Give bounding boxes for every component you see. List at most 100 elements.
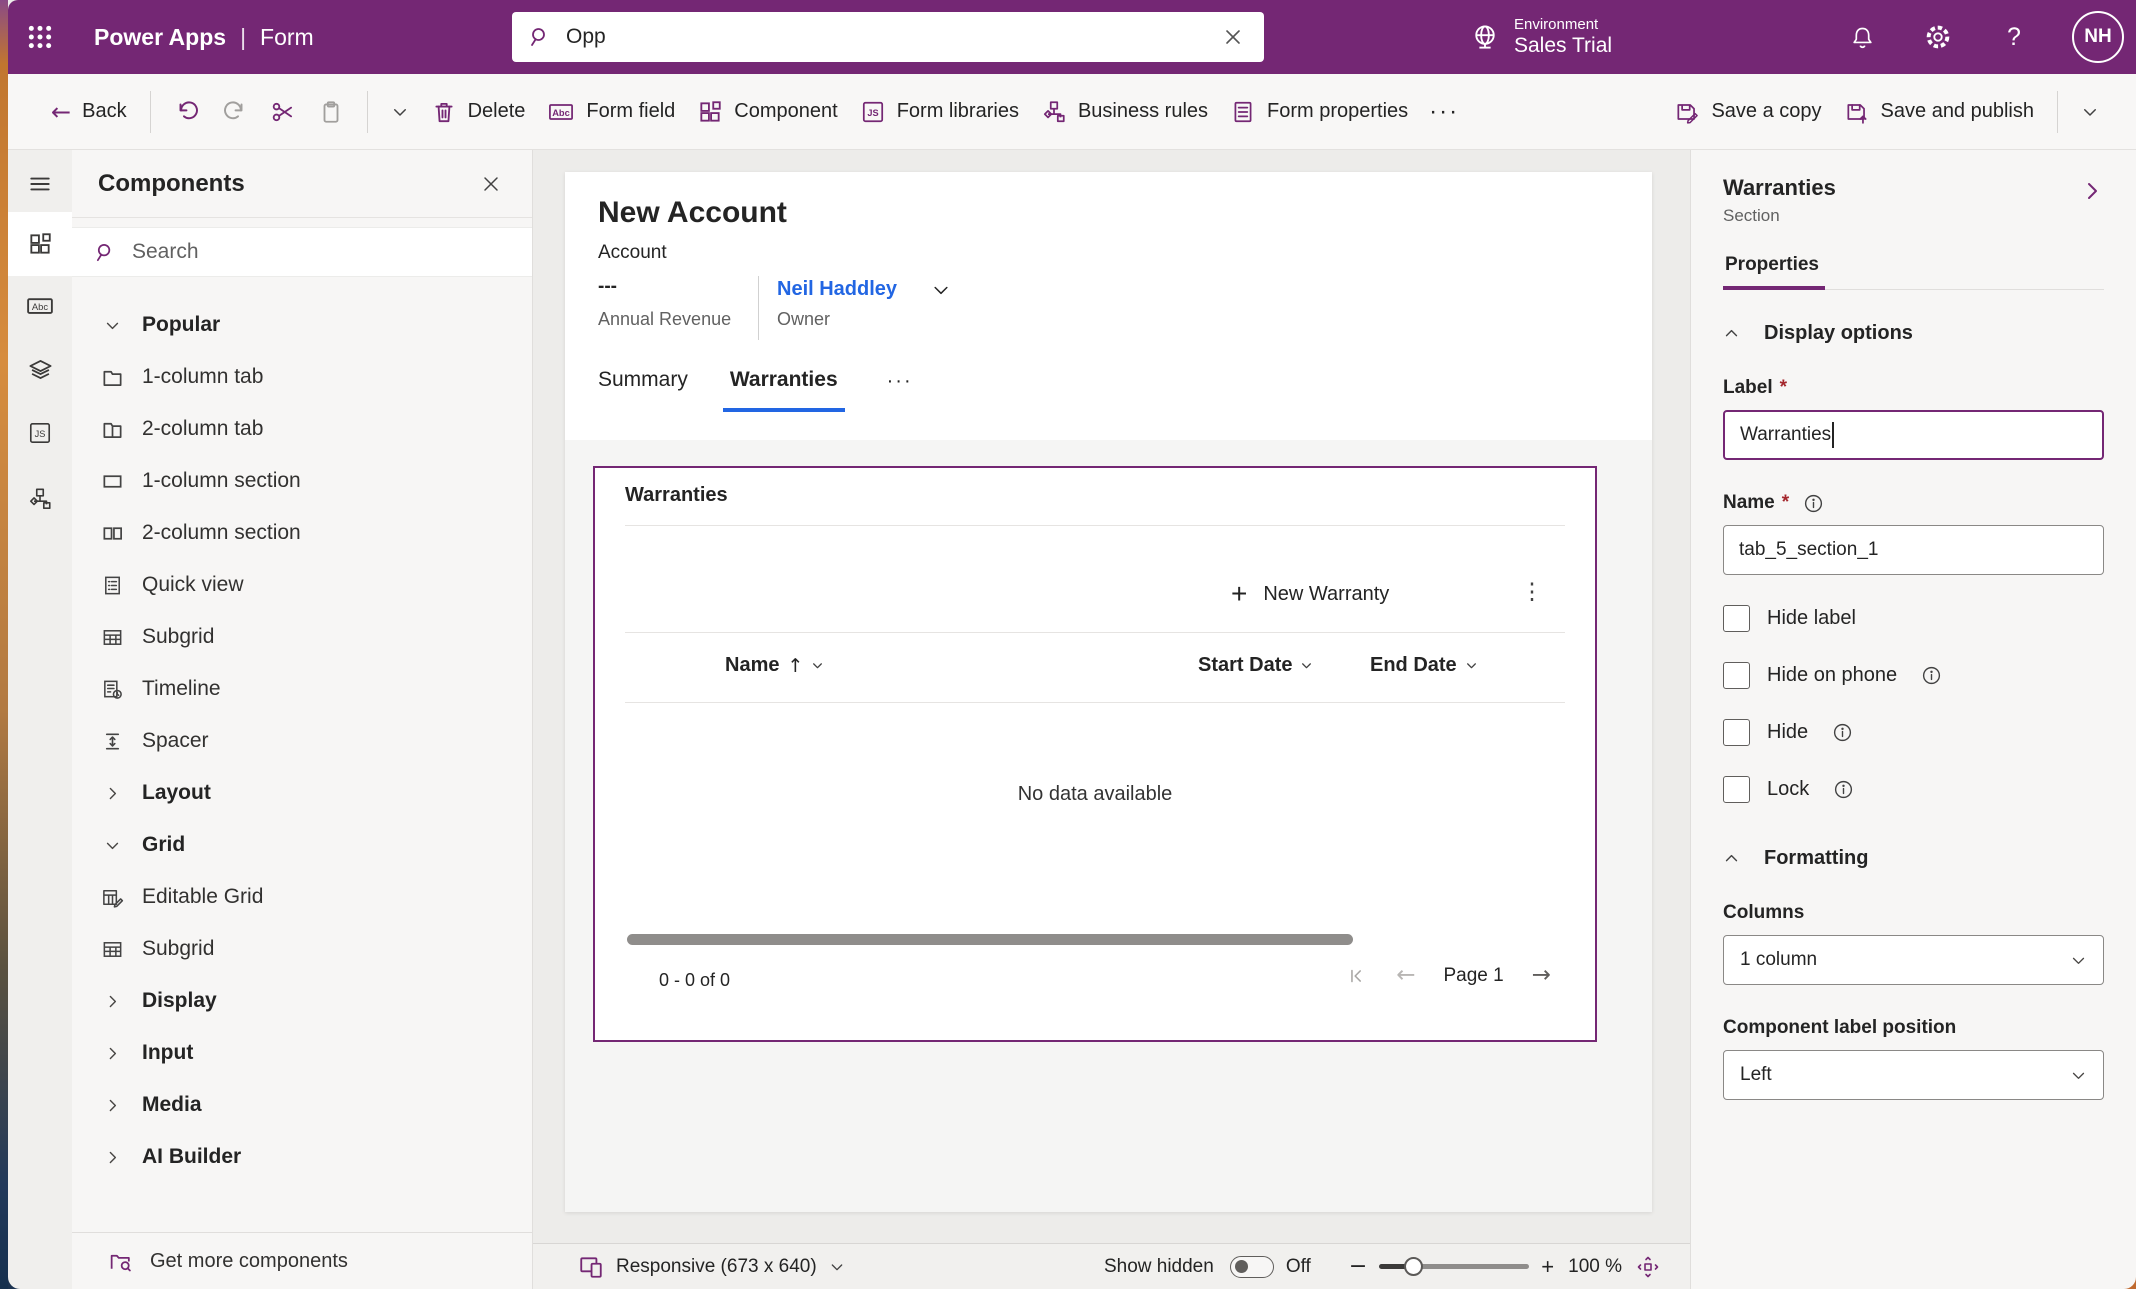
components-search-input[interactable] (132, 240, 510, 264)
preview-size-selector[interactable]: Responsive (673 x 640) (578, 1254, 845, 1280)
label-position-select[interactable]: Left (1723, 1050, 2104, 1100)
clipboard-overflow-button[interactable] (380, 86, 420, 138)
settings-button[interactable] (1920, 19, 1956, 55)
save-a-copy-button[interactable]: Save a copy (1663, 86, 1832, 138)
columns-select[interactable]: 1 column (1723, 935, 2104, 985)
component-item-2-column-tab[interactable]: 2-column tab (72, 403, 532, 455)
back-button[interactable]: ← Back (40, 86, 138, 138)
environment-picker[interactable]: Environment Sales Trial (1470, 0, 1612, 74)
component-group-grid[interactable]: Grid (72, 819, 532, 871)
form-libraries-button[interactable]: JS Form libraries (849, 86, 1030, 138)
checkbox[interactable] (1723, 662, 1750, 689)
search-input[interactable] (566, 25, 1204, 49)
component-group-popular[interactable]: Popular (72, 299, 532, 351)
app-name[interactable]: Power Apps (94, 24, 226, 51)
components-search[interactable] (72, 227, 532, 277)
form-field-button[interactable]: Abc Form field (536, 86, 686, 138)
hide-checkbox-row[interactable]: Hide (1723, 719, 2104, 746)
hide-label-checkbox-row[interactable]: Hide label (1723, 605, 2104, 632)
zoom-in-button[interactable]: + (1541, 1254, 1554, 1280)
tab-summary[interactable]: Summary (598, 368, 688, 408)
component-item-1-column-section[interactable]: 1-column section (72, 455, 532, 507)
close-icon (1223, 27, 1243, 47)
column-header-name[interactable]: Name ↑ (725, 654, 824, 677)
save-and-publish-button[interactable]: Save and publish (1833, 86, 2045, 138)
horizontal-scrollbar[interactable] (627, 934, 1353, 945)
name-input[interactable]: tab_5_section_1 (1723, 525, 2104, 575)
component-item-1-column-tab[interactable]: 1-column tab (72, 351, 532, 403)
component-item-quick-view[interactable]: Quick view (72, 559, 532, 611)
label-input[interactable]: Warranties (1723, 410, 2104, 460)
collapse-panel-button[interactable] (2080, 179, 2104, 203)
checkbox[interactable] (1723, 776, 1750, 803)
warranties-section-selected[interactable]: Warranties + New Warranty ⋮ Name ↑ (593, 466, 1597, 1042)
component-group-display[interactable]: Display (72, 975, 532, 1027)
info-icon[interactable] (1803, 493, 1824, 514)
fit-to-screen-button[interactable] (1636, 1255, 1660, 1279)
component-item-subgrid[interactable]: Subgrid (72, 611, 532, 663)
lock-checkbox-row[interactable]: Lock (1723, 776, 2104, 803)
info-icon[interactable] (1833, 779, 1854, 800)
notifications-button[interactable] (1844, 19, 1880, 55)
display-options-group-header[interactable]: Display options (1723, 322, 2104, 345)
next-page-button[interactable]: → (1532, 964, 1551, 987)
component-group-media[interactable]: Media (72, 1079, 532, 1131)
user-avatar[interactable]: NH (2072, 11, 2124, 63)
column-header-end-date[interactable]: End Date (1370, 654, 1478, 677)
tab-properties[interactable]: Properties (1723, 254, 1825, 290)
rail-form-libraries-tab[interactable]: JS (8, 405, 72, 461)
global-search[interactable] (512, 12, 1264, 62)
owner-field[interactable]: Neil Haddley (777, 278, 951, 301)
first-page-button[interactable] (1346, 965, 1368, 987)
paste-button[interactable] (307, 86, 355, 138)
owner-value-link[interactable]: Neil Haddley (777, 278, 897, 301)
component-item-spacer[interactable]: Spacer (72, 715, 532, 767)
component-item-subgrid-2[interactable]: Subgrid (72, 923, 532, 975)
help-button[interactable]: ? (1996, 19, 2032, 55)
tab-warranties[interactable]: Warranties (723, 368, 845, 412)
checkbox[interactable] (1723, 719, 1750, 746)
info-icon[interactable] (1921, 665, 1942, 686)
form-properties-button[interactable]: Form properties (1219, 86, 1419, 138)
show-hidden-toggle[interactable] (1230, 1256, 1274, 1278)
zoom-slider[interactable] (1379, 1257, 1529, 1277)
component-button[interactable]: Component (686, 86, 848, 138)
undo-button[interactable] (163, 86, 211, 138)
component-group-layout[interactable]: Layout (72, 767, 532, 819)
info-icon[interactable] (1832, 722, 1853, 743)
delete-button[interactable]: Delete (420, 86, 537, 138)
cut-button[interactable] (259, 86, 307, 138)
component-item-2-column-section[interactable]: 2-column section (72, 507, 532, 559)
save-overflow-button[interactable] (2070, 86, 2110, 138)
app-launcher-button[interactable] (8, 0, 72, 74)
close-panel-button[interactable] (474, 167, 508, 201)
rail-fields-tab[interactable]: Abc (8, 278, 72, 334)
rail-menu-button[interactable] (8, 156, 72, 212)
svg-text:Abc: Abc (553, 108, 571, 118)
slider-thumb[interactable] (1404, 1257, 1423, 1276)
component-item-editable-grid[interactable]: Editable Grid (72, 871, 532, 923)
toolbar-overflow-button[interactable]: ··· (1419, 98, 1469, 126)
business-rules-button[interactable]: Business rules (1030, 86, 1219, 138)
clear-search-button[interactable] (1218, 22, 1248, 52)
rail-components-tab[interactable] (8, 212, 72, 276)
component-item-timeline[interactable]: Timeline (72, 663, 532, 715)
zoom-out-button[interactable]: − (1349, 1254, 1367, 1279)
redo-button[interactable] (211, 86, 259, 138)
tabs-overflow-button[interactable]: ··· (887, 368, 913, 393)
annual-revenue-label: Annual Revenue (598, 309, 731, 330)
new-warranty-button[interactable]: + New Warranty (1231, 580, 1389, 608)
gear-icon (1924, 23, 1952, 51)
formatting-group-header[interactable]: Formatting (1723, 847, 2104, 870)
component-group-ai-builder[interactable]: AI Builder (72, 1131, 532, 1183)
rail-business-rules-tab[interactable] (8, 471, 72, 527)
hide-on-phone-checkbox-row[interactable]: Hide on phone (1723, 662, 2104, 689)
get-more-components-button[interactable]: Get more components (72, 1232, 532, 1289)
checkbox[interactable] (1723, 605, 1750, 632)
component-group-input[interactable]: Input (72, 1027, 532, 1079)
previous-page-button[interactable]: ← (1396, 964, 1415, 987)
grid-more-commands-button[interactable]: ⋮ (1520, 578, 1544, 605)
entity-name: Account (598, 242, 667, 264)
column-header-start-date[interactable]: Start Date (1198, 654, 1313, 677)
rail-tree-view-tab[interactable] (8, 342, 72, 398)
